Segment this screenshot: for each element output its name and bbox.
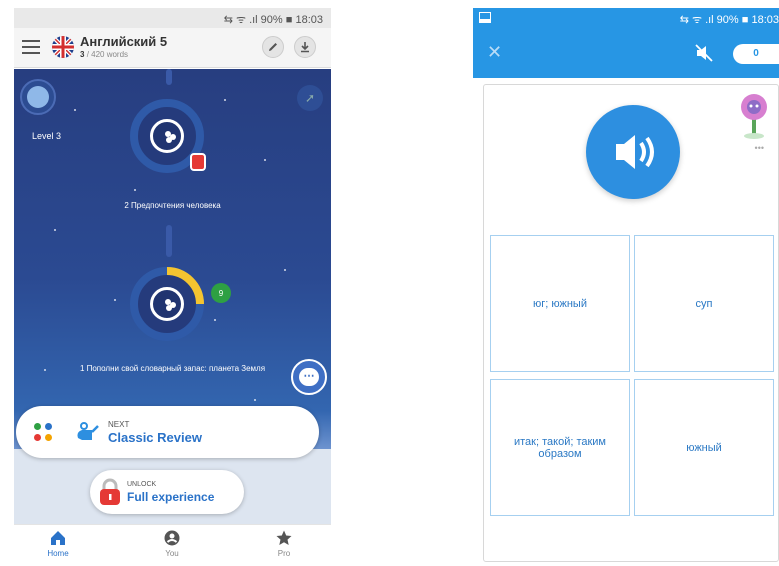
next-classic-review-button[interactable]: NEXT Classic Review — [16, 406, 319, 458]
flower-avatar-icon — [741, 94, 767, 139]
question-card: ••• юг; южный суп итак; такой; таким обр… — [483, 84, 779, 562]
status-bar-indicators: ⇆ ᯤ .ıl 90% ■ 18:03 — [679, 14, 779, 26]
answer-option-1[interactable]: юг; южный — [490, 235, 630, 372]
notification-icon — [479, 12, 491, 23]
profile-icon — [164, 530, 180, 546]
nav-home[interactable]: Home — [28, 529, 88, 558]
nav-home-label: Home — [47, 549, 69, 558]
unlock-label: Full experience — [127, 490, 215, 504]
status-bar-indicators: ⇆ ᯤ .ıl 90% ■ 18:03 — [223, 14, 323, 26]
pencil-icon — [269, 43, 277, 51]
star-icon — [276, 530, 292, 545]
nav-you-label: You — [165, 549, 179, 558]
planet-icon — [150, 119, 184, 153]
nav-you[interactable]: You — [142, 529, 202, 558]
right-phone-screen: ⇆ ᯤ .ıl 90% ■ 18:03 ✕ 0 ••• юг; южный су… — [473, 8, 779, 566]
home-icon — [51, 531, 65, 545]
download-icon — [301, 42, 309, 53]
bottom-nav: Home You Pro — [14, 524, 331, 566]
lesson-title[interactable]: 2 Предпочтения человека — [14, 201, 331, 210]
color-dots-icon — [34, 423, 54, 443]
rocket-icon[interactable]: ➚ — [297, 85, 323, 111]
menu-icon[interactable] — [22, 40, 40, 54]
level-avatar[interactable] — [20, 79, 56, 115]
nav-pro-label: Pro — [277, 549, 291, 558]
status-bar: ⇆ ᯤ .ıl 90% ■ 18:03 — [14, 8, 331, 28]
mute-icon[interactable] — [694, 43, 714, 63]
course-header: Английский 5 3 / 420 words — [14, 28, 331, 68]
course-title[interactable]: Английский 5 — [80, 34, 167, 49]
left-phone-screen: ⇆ ᯤ .ıl 90% ■ 18:03 Английский 5 3 / 420… — [14, 8, 331, 566]
speaker-icon — [616, 135, 654, 169]
words-to-review-badge: 9 — [211, 283, 231, 303]
lock-icon — [190, 153, 206, 171]
chat-bot-button[interactable]: ⋯ — [291, 359, 327, 395]
lesson-progress-arc — [166, 267, 204, 305]
session-toolbar: ✕ 0 — [473, 28, 779, 78]
close-icon[interactable]: ✕ — [487, 42, 502, 63]
uk-flag-icon — [52, 36, 74, 58]
learned-count: 3 — [80, 50, 85, 59]
answer-option-4[interactable]: южный — [634, 379, 774, 516]
nav-pro[interactable]: Pro — [254, 529, 314, 558]
more-dots: ••• — [754, 143, 764, 153]
chat-icon: ⋯ — [299, 368, 319, 386]
total-words: / 420 words — [86, 50, 129, 59]
unlock-full-experience-button[interactable]: UNLOCK Full experience — [90, 470, 244, 514]
play-audio-button[interactable] — [586, 105, 680, 199]
next-caption: NEXT — [108, 420, 130, 429]
padlock-icon — [100, 478, 120, 505]
level-label: Level 3 — [32, 131, 62, 141]
score-counter: 0 — [733, 44, 779, 64]
watering-can-icon — [77, 422, 99, 440]
answer-option-3[interactable]: итак; такой; таким образом — [490, 379, 630, 516]
download-button[interactable] — [294, 36, 316, 58]
course-map[interactable]: Level 3 ➚ 2 Предпочтения человека 9 1 По… — [14, 69, 331, 449]
unlock-caption: UNLOCK — [127, 481, 157, 488]
answer-option-2[interactable]: суп — [634, 235, 774, 372]
course-progress: 3 / 420 words — [80, 50, 128, 59]
octopus-avatar-icon — [27, 86, 49, 108]
status-bar: ⇆ ᯤ .ıl 90% ■ 18:03 — [473, 8, 779, 28]
path-dots — [166, 69, 172, 85]
lesson-title[interactable]: 1 Пополни свой словарный запас: планета … — [14, 364, 331, 373]
edit-button[interactable] — [262, 36, 284, 58]
path-dots — [166, 225, 172, 257]
next-label: Classic Review — [108, 430, 202, 445]
